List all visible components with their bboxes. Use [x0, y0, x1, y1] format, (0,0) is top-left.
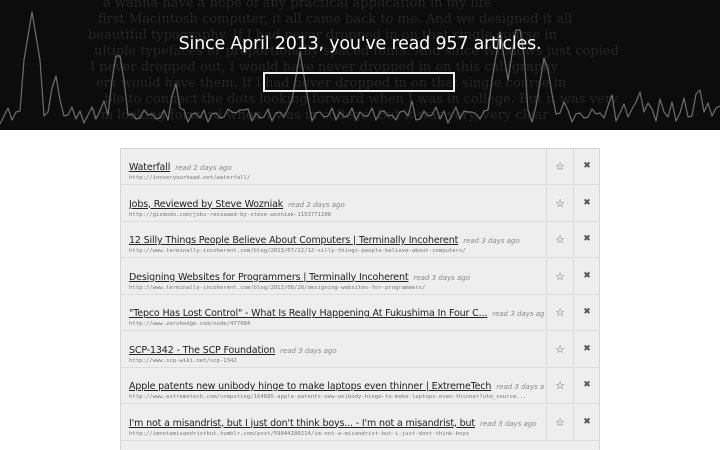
- remove-icon: ✖: [583, 416, 591, 427]
- remove-icon: ✖: [583, 380, 591, 390]
- star-button[interactable]: ☆: [546, 222, 573, 257]
- star-icon: ☆: [555, 196, 565, 210]
- star-icon: ☆: [555, 306, 565, 319]
- article-info: SCP-1342 - The SCP Foundation read 3 days…: [129, 338, 544, 364]
- article-read-age: read 3 days ago: [496, 383, 544, 391]
- star-button[interactable]: ☆: [546, 331, 573, 367]
- article-url: http://www.terminally-incoherent.com/blo…: [129, 248, 466, 254]
- reading-activity-graph: [0, 11, 720, 125]
- article-read-age: read 3 days ago: [492, 310, 544, 318]
- remove-button[interactable]: ✖: [573, 295, 599, 330]
- remove-button[interactable]: ✖: [573, 368, 599, 403]
- remove-button[interactable]: ✖: [573, 331, 599, 367]
- article-read-age: read 3 days ago: [280, 346, 337, 355]
- article-title-line: Jobs, Reviewed by Steve Wozniak read 2 da…: [129, 192, 544, 211]
- article-title-line: "Tepco Has Lost Control" - What Is Reall…: [129, 301, 544, 320]
- star-button[interactable]: ☆: [546, 295, 573, 330]
- header-banner: a wanna have a hope of any practical app…: [0, 0, 720, 130]
- remove-button[interactable]: ✖: [573, 222, 599, 257]
- article-row: Apple patents new unibody hinge to make …: [121, 368, 599, 404]
- article-info: Jobs, Reviewed by Steve Wozniak read 2 da…: [129, 192, 544, 218]
- article-url: http://www.scp-wiki.net/scp-1342: [129, 357, 237, 364]
- article-title-link[interactable]: Jobs, Reviewed by Steve Wozniak: [129, 199, 283, 210]
- article-title-line: Waterfall read 2 days ago: [129, 155, 544, 174]
- star-icon: ☆: [555, 415, 565, 429]
- article-title-line: SCP-1342 - The SCP Foundation read 3 days…: [129, 338, 544, 357]
- article-row: 12 Silly Things People Believe About Com…: [121, 222, 599, 258]
- remove-icon: ✖: [583, 234, 591, 244]
- article-title-link[interactable]: "Tepco Has Lost Control" - What Is Reall…: [129, 308, 487, 319]
- article-url: http://inoveryourhead.net/waterfall/: [129, 175, 251, 181]
- remove-button[interactable]: ✖: [573, 149, 599, 184]
- remove-icon: ✖: [583, 307, 591, 317]
- article-title-link[interactable]: Designing Websites for Programmers | Ter…: [129, 272, 409, 283]
- article-title-link[interactable]: I'm not a misandrist, but I just don't t…: [129, 418, 475, 429]
- remove-icon: ✖: [583, 343, 591, 354]
- article-read-age: read 3 days ago: [480, 419, 537, 428]
- article-info: "Tepco Has Lost Control" - What Is Reall…: [129, 301, 544, 327]
- article-title-line: 12 Silly Things People Believe About Com…: [129, 228, 544, 247]
- article-row: Jobs, Reviewed by Steve Wozniak read 2 da…: [121, 185, 599, 222]
- star-icon: ☆: [555, 160, 565, 173]
- star-icon: ☆: [555, 233, 565, 246]
- remove-icon: ✖: [583, 197, 591, 208]
- article-info: Designing Websites for Programmers | Ter…: [129, 265, 544, 291]
- article-info: 12 Silly Things People Believe About Com…: [129, 228, 544, 254]
- article-row: "Tepco Has Lost Control" - What Is Reall…: [121, 295, 599, 331]
- article-row: Waterfall read 2 days ago http://inoveryou…: [121, 149, 599, 185]
- article-read-age: read 3 days ago: [463, 237, 520, 245]
- remove-icon: ✖: [583, 161, 591, 171]
- article-title-link[interactable]: Waterfall: [129, 162, 170, 173]
- star-button[interactable]: ☆: [546, 368, 573, 403]
- article-row: Designing Websites for Programmers | Ter…: [121, 258, 599, 295]
- star-button[interactable]: ☆: [546, 185, 573, 221]
- article-row: SCP-1342 - The SCP Foundation read 3 days…: [121, 331, 599, 368]
- star-button[interactable]: ☆: [546, 258, 573, 294]
- star-icon: ☆: [555, 379, 565, 392]
- article-url: http://www.terminally-incoherent.com/blo…: [129, 284, 426, 291]
- article-url: http://www.zerohedge.com/node/477984: [129, 321, 251, 327]
- article-list: Waterfall read 2 days ago http://inoveryou…: [120, 148, 600, 450]
- article-title-line: Apple patents new unibody hinge to make …: [129, 374, 544, 393]
- star-icon: ☆: [555, 269, 565, 283]
- article-info: Apple patents new unibody hinge to make …: [129, 374, 544, 400]
- article-url: http://gizmodo.com/jobs-reviewed-by-stev…: [129, 211, 332, 218]
- article-title-line: Designing Websites for Programmers | Ter…: [129, 265, 544, 284]
- star-button[interactable]: ☆: [546, 404, 573, 440]
- article-url: http://www.extremetech.com/computing/164…: [129, 394, 527, 400]
- article-info: Waterfall read 2 days ago http://inoveryou…: [129, 155, 544, 181]
- remove-button[interactable]: ✖: [573, 185, 599, 221]
- article-read-age: read 2 days ago: [288, 200, 345, 209]
- star-button[interactable]: ☆: [546, 149, 573, 184]
- article-info: I'm not a misandrist, but I just don't t…: [129, 411, 544, 437]
- search-input[interactable]: [263, 72, 455, 92]
- reading-count-headline: Since April 2013, you've read 957 articl…: [178, 34, 542, 54]
- article-title-link[interactable]: 12 Silly Things People Believe About Com…: [129, 235, 458, 246]
- article-url: http://imnotamisandristbut.tumblr.com/po…: [129, 430, 470, 437]
- remove-button[interactable]: ✖: [573, 404, 599, 440]
- article-read-age: read 3 days ago: [413, 273, 471, 282]
- article-title-link[interactable]: Apple patents new unibody hinge to make …: [129, 381, 491, 392]
- article-title-link[interactable]: SCP-1342 - The SCP Foundation: [129, 345, 275, 356]
- star-icon: ☆: [555, 342, 565, 356]
- article-read-age: read 2 days ago: [175, 164, 232, 172]
- remove-button[interactable]: ✖: [573, 258, 599, 294]
- remove-icon: ✖: [583, 270, 591, 281]
- article-row: I'm not a misandrist, but I just don't t…: [121, 404, 599, 441]
- article-title-line: I'm not a misandrist, but I just don't t…: [129, 411, 544, 430]
